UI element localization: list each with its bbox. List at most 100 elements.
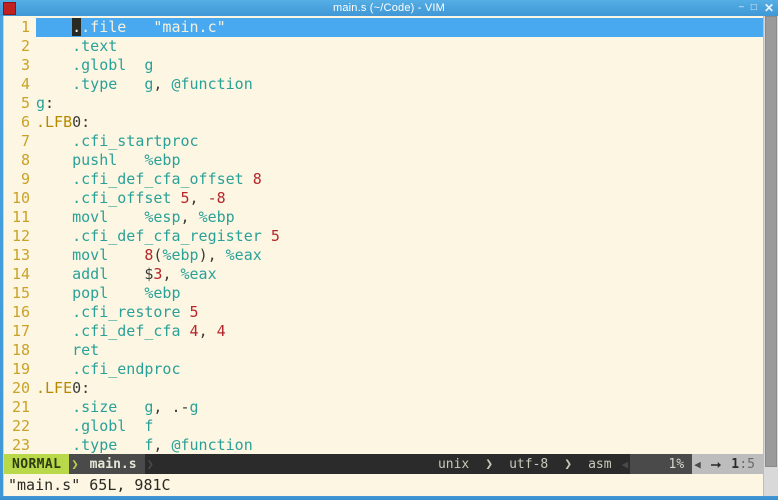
- editor-pane[interactable]: 1 ..file "main.c" 2 .text 3 .globl g 4 .…: [3, 16, 763, 496]
- line-content: .globl f: [36, 417, 763, 436]
- line-content: .cfi_def_cfa_offset 8: [36, 170, 763, 189]
- maximize-button[interactable]: □: [751, 3, 757, 13]
- cursor-block: .: [72, 18, 82, 36]
- status-line-number: 1: [731, 456, 740, 472]
- line-number: 13: [11, 246, 30, 264]
- tok: .globl: [72, 56, 127, 74]
- tok: movl: [72, 208, 109, 226]
- status-mode: NORMAL: [4, 454, 70, 474]
- code-line[interactable]: 7 .cfi_startproc: [4, 132, 763, 151]
- tok: addl: [72, 265, 109, 283]
- line-content: ..file "main.c": [36, 18, 763, 37]
- close-button[interactable]: ✕: [764, 2, 774, 14]
- line-number: 8: [20, 151, 30, 169]
- line-content: pushl %ebp: [36, 151, 763, 170]
- code-line[interactable]: 5 g:: [4, 94, 763, 113]
- code-line[interactable]: 21 .size g, .-g: [4, 398, 763, 417]
- tok: %ebp: [198, 208, 235, 226]
- tok: .cfi_endproc: [72, 360, 181, 378]
- minimize-button[interactable]: –: [739, 1, 744, 11]
- line-number: 22: [11, 417, 30, 435]
- tok: [108, 246, 144, 264]
- status-percent: 1%: [630, 454, 693, 474]
- line-content: .text: [36, 37, 763, 56]
- tok: 4: [216, 322, 226, 340]
- tok: .text: [72, 37, 118, 55]
- tok: [117, 75, 144, 93]
- code-area[interactable]: 1 ..file "main.c" 2 .text 3 .globl g 4 .…: [4, 16, 763, 454]
- vim-window: main.s (~/Code) - VIM – □ ✕ 1 ..file "ma…: [0, 0, 778, 500]
- tok: .size: [72, 398, 118, 416]
- tok: g: [144, 56, 154, 74]
- status-separator-icon: ❯: [69, 454, 82, 474]
- vertical-scrollbar[interactable]: [763, 16, 778, 496]
- status-spacer: [156, 454, 430, 474]
- line-number: 6: [20, 113, 30, 131]
- line-number: 19: [11, 360, 30, 378]
- line-content: ret: [36, 341, 763, 360]
- tok: %esp: [144, 208, 181, 226]
- line-number: 7: [20, 132, 30, 150]
- tok: popl: [72, 284, 109, 302]
- title-bar[interactable]: main.s (~/Code) - VIM – □ ✕: [0, 0, 778, 16]
- status-arrow-icon: ◀: [692, 454, 703, 474]
- code-line[interactable]: 8 pushl %ebp: [4, 151, 763, 170]
- code-line[interactable]: 23 .type f, @function: [4, 436, 763, 454]
- status-filename: main.s: [81, 454, 145, 474]
- scrollbar-thumb[interactable]: [765, 16, 777, 468]
- code-line[interactable]: 10 .cfi_offset 5, -8: [4, 189, 763, 208]
- code-line[interactable]: 19 .cfi_endproc: [4, 360, 763, 379]
- tok: %ebp: [144, 151, 181, 169]
- editor-frame: 1 ..file "main.c" 2 .text 3 .globl g 4 .…: [0, 16, 778, 496]
- status-line: NORMAL ❯ main.s ❯ unix ❯ utf-8 ❯ asm ◀ 1…: [4, 454, 763, 474]
- code-line[interactable]: 16 .cfi_restore 5: [4, 303, 763, 322]
- code-line[interactable]: 22 .globl f: [4, 417, 763, 436]
- code-line[interactable]: 4 .type g, @function: [4, 75, 763, 94]
- code-line[interactable]: 14 addl $3, %eax: [4, 265, 763, 284]
- code-line[interactable]: 3 .globl g: [4, 56, 763, 75]
- tok: ,: [153, 436, 172, 454]
- code-line[interactable]: 17 .cfi_def_cfa 4, 4: [4, 322, 763, 341]
- code-line[interactable]: 12 .cfi_def_cfa_register 5: [4, 227, 763, 246]
- tok: -8: [207, 189, 226, 207]
- code-line[interactable]: 18 ret: [4, 341, 763, 360]
- tok: [171, 189, 180, 207]
- code-line[interactable]: 13 movl 8(%ebp), %eax: [4, 246, 763, 265]
- tok: [117, 151, 144, 169]
- line-number: 9: [20, 170, 30, 188]
- line-content: addl $3, %eax: [36, 265, 763, 284]
- tok: [181, 303, 190, 321]
- line-content: movl %esp, %ebp: [36, 208, 763, 227]
- code-line[interactable]: 6 .LFB0:: [4, 113, 763, 132]
- status-encoding: utf-8: [501, 454, 557, 474]
- code-line[interactable]: 2 .text: [4, 37, 763, 56]
- status-separator-icon: ❯: [556, 454, 581, 474]
- tok: @function: [171, 75, 253, 93]
- code-line[interactable]: 15 popl %ebp: [4, 284, 763, 303]
- tok: ,: [198, 322, 217, 340]
- code-line[interactable]: 11 movl %esp, %ebp: [4, 208, 763, 227]
- line-content: .type f, @function: [36, 436, 763, 454]
- command-line[interactable]: "main.s" 65L, 981C: [4, 474, 763, 496]
- status-column-number: 5: [747, 456, 755, 472]
- tok: :: [81, 379, 91, 397]
- tok: [108, 284, 144, 302]
- line-number: 5: [20, 94, 30, 112]
- status-filetype: asm: [580, 454, 620, 474]
- tok: @function: [171, 436, 253, 454]
- window-bottom-frame: [0, 496, 778, 500]
- tok: [181, 322, 190, 340]
- tok: pushl: [72, 151, 118, 169]
- tok: .cfi_def_cfa: [72, 322, 181, 340]
- tok: .file: [81, 18, 127, 36]
- code-line[interactable]: 1 ..file "main.c": [4, 18, 763, 37]
- code-line[interactable]: 9 .cfi_def_cfa_offset 8: [4, 170, 763, 189]
- tok: :: [81, 113, 91, 131]
- line-content: .cfi_restore 5: [36, 303, 763, 322]
- line-number: 10: [11, 189, 30, 207]
- tok: 0: [72, 113, 82, 131]
- tok: ),: [198, 246, 226, 264]
- tok: 4: [189, 322, 199, 340]
- tok: .type: [72, 436, 118, 454]
- code-line[interactable]: 20 .LFE0:: [4, 379, 763, 398]
